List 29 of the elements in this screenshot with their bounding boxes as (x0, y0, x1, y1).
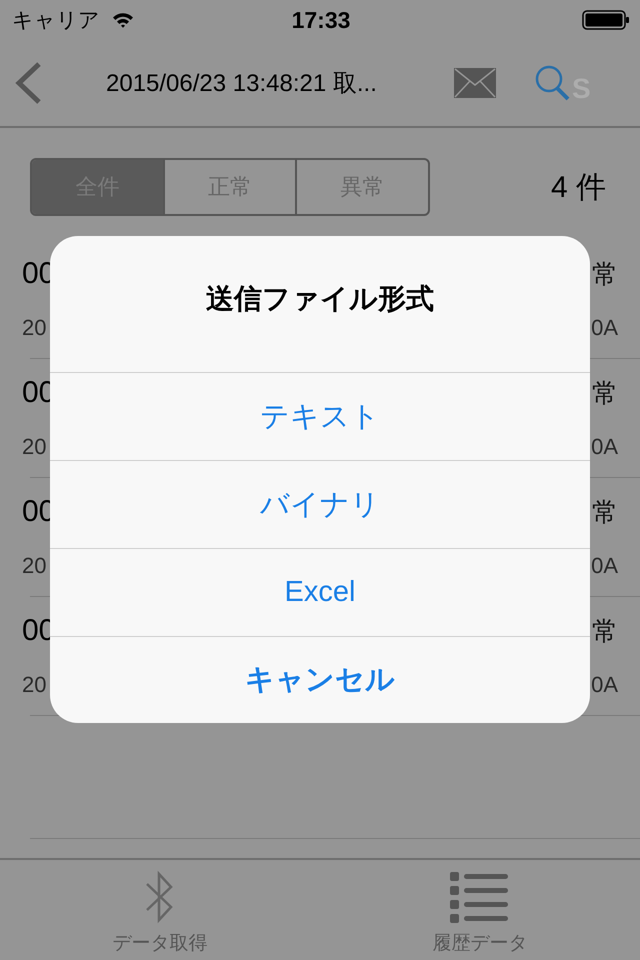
row-subtitle: 20 (22, 434, 46, 460)
row-value: 0A (591, 553, 618, 579)
alert-title: 送信ファイル形式 (205, 282, 435, 316)
alert-action-button[interactable]: バイナリ (50, 460, 590, 548)
envelope-icon[interactable] (454, 68, 496, 98)
alert-action-button[interactable]: キャンセル (50, 636, 590, 723)
status-time: 17:33 (292, 6, 350, 34)
battery-icon (582, 10, 630, 30)
alert-action-button[interactable]: Excel (50, 548, 590, 636)
back-icon[interactable] (14, 61, 42, 105)
row-status: 常 (592, 376, 618, 410)
row-subtitle: 20 (22, 315, 46, 341)
row-status: 常 (592, 496, 618, 528)
list-icon (450, 872, 510, 926)
row-status: 常 (592, 258, 618, 290)
row-value: 0A (591, 434, 618, 460)
row-subtitle: 20 (22, 553, 46, 579)
search-icon[interactable] (534, 64, 572, 102)
row-value: 0A (591, 672, 618, 698)
nav-title: 2015/06/23 13:48:21 取... (106, 69, 378, 99)
alert-action-button[interactable]: テキスト (50, 372, 590, 460)
tab-bar-item[interactable]: 履歴データ (320, 860, 640, 960)
carrier-name: キャリア (12, 8, 100, 34)
wifi-icon (112, 12, 134, 28)
row-value: 0A (591, 315, 618, 341)
result-count: 4 件 (550, 170, 606, 206)
row-subtitle: 20 (22, 672, 46, 698)
row-status: 常 (592, 614, 618, 648)
tab-bar-item[interactable]: データ取得 (0, 860, 320, 960)
